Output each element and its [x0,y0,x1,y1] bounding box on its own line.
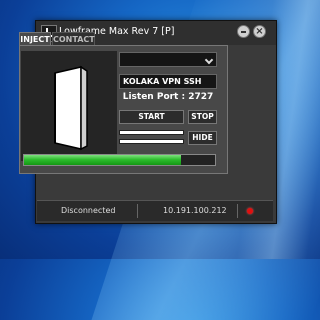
tab-inject[interactable]: INJECT [19,32,51,46]
hide-button[interactable]: HIDE [188,131,217,145]
close-button[interactable]: × [253,25,266,38]
chevron-down-icon [204,55,214,65]
progress-fill [24,155,181,165]
server-dropdown[interactable] [119,52,217,67]
status-bar-2 [119,139,184,144]
start-button[interactable]: START [119,110,184,124]
tab-contact[interactable]: CONTACT [52,32,95,46]
progress-bar [23,154,216,166]
listen-port-label: Listen Port : 2727 [122,92,214,102]
server-name-field: KOLAKA VPN SSH [119,74,217,89]
minimize-button[interactable] [237,25,250,38]
door-icon [54,65,88,151]
close-icon: × [255,26,264,37]
status-bar-1 [119,130,184,135]
stop-button[interactable]: STOP [188,110,217,124]
